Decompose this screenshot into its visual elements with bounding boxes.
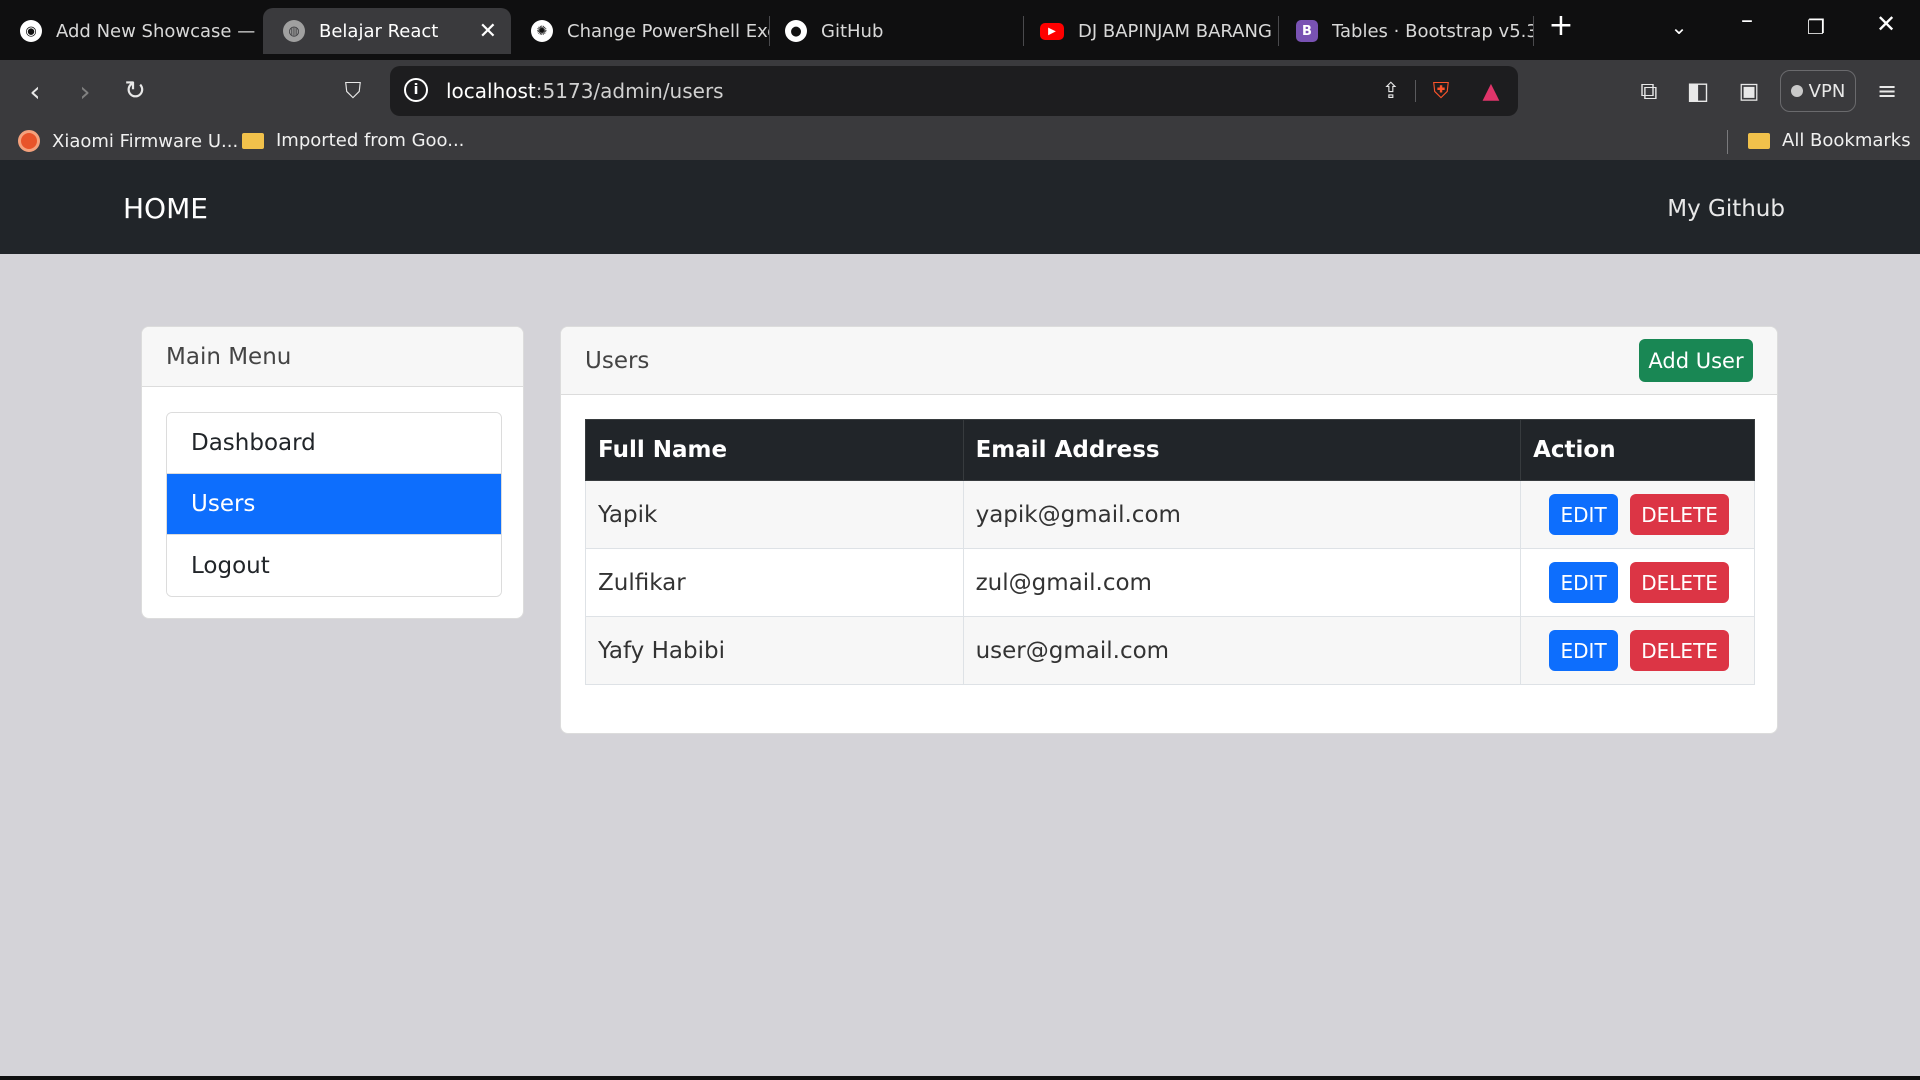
cell-full-name: Zulfikar: [585, 548, 964, 617]
table-row: Yafy Habibi user@gmail.com EDIT DELETE: [585, 616, 1755, 685]
github-desktop-icon: ◉: [20, 20, 42, 42]
tab-belajar-react[interactable]: ◍ Belajar React ✕: [263, 8, 511, 54]
vpn-button[interactable]: VPN: [1780, 70, 1856, 112]
tab-strip: ◉ Add New Showcase — ◍ Belajar React ✕ ✺…: [0, 0, 1920, 60]
tab-label: GitHub: [821, 20, 884, 42]
sidebar-icon[interactable]: ◧: [1681, 74, 1715, 108]
column-header-email: Email Address: [962, 419, 1522, 481]
extensions-icon[interactable]: ⧉: [1632, 74, 1666, 108]
column-header-action: Action: [1520, 419, 1755, 481]
site-info-icon[interactable]: i: [404, 78, 428, 102]
reload-icon[interactable]: ↻: [118, 74, 152, 108]
bookmark-icon[interactable]: ⛉: [336, 74, 370, 108]
omnibox-divider: [1415, 80, 1416, 102]
tab-dj-bapinjam[interactable]: ▶ DJ BAPINJAM BARANG: [1020, 8, 1278, 54]
tab-label: Add New Showcase —: [56, 20, 256, 42]
tab-label: Belajar React: [319, 20, 439, 42]
xiaomi-icon: [18, 130, 40, 152]
folder-icon: [242, 132, 264, 149]
main-menu-title: Main Menu: [142, 327, 523, 387]
users-card: Users Add User Full Name Email Address A…: [560, 326, 1778, 734]
bookmark-imported-folder[interactable]: Imported from Goo...: [242, 130, 464, 151]
menu-item-users[interactable]: Users: [167, 474, 501, 535]
bookmarks-bar: Xiaomi Firmware U... Imported from Goo..…: [0, 122, 1920, 160]
all-bookmarks-label: All Bookmarks: [1782, 130, 1911, 151]
vpn-label: VPN: [1808, 80, 1846, 102]
navbar-brand[interactable]: HOME: [123, 192, 208, 225]
table-row: Zulfikar zul@gmail.com EDIT DELETE: [585, 548, 1755, 617]
edit-button[interactable]: EDIT: [1549, 494, 1619, 535]
wallet-icon[interactable]: ▣: [1732, 74, 1766, 108]
minimize-icon[interactable]: –: [1727, 6, 1767, 34]
new-tab-button[interactable]: +: [1541, 8, 1581, 43]
column-header-full-name: Full Name: [585, 419, 964, 481]
edit-button[interactable]: EDIT: [1549, 630, 1619, 671]
url-path: :5173/admin/users: [535, 79, 724, 103]
cell-action: EDIT DELETE: [1520, 616, 1755, 685]
cell-email: zul@gmail.com: [962, 548, 1522, 617]
cell-full-name: Yafy Habibi: [585, 616, 964, 685]
edit-button[interactable]: EDIT: [1549, 562, 1619, 603]
browser-toolbar: ‹ › ↻ ⛉ i localhost:5173/admin/users ⇪ ⛨…: [0, 60, 1920, 122]
users-table: Full Name Email Address Action Yapik yap…: [585, 419, 1755, 685]
address-bar[interactable]: i localhost:5173/admin/users ⇪ ⛨ ▲: [390, 66, 1518, 116]
menu-item-logout[interactable]: Logout: [167, 535, 501, 596]
tab-tables-bootstrap[interactable]: B Tables · Bootstrap v5.3: [1276, 8, 1534, 54]
youtube-icon: ▶: [1040, 22, 1064, 40]
bookmarks-divider: [1727, 130, 1728, 154]
cell-email: yapik@gmail.com: [962, 480, 1522, 549]
users-title: Users: [585, 347, 650, 374]
tab-add-new-showcase[interactable]: ◉ Add New Showcase —: [0, 8, 258, 54]
cell-action: EDIT DELETE: [1520, 480, 1755, 549]
tab-label: Tables · Bootstrap v5.3: [1332, 20, 1534, 42]
tab-search-chevron-icon[interactable]: ⌄: [1659, 15, 1699, 39]
tab-label: Change PowerShell Exe: [567, 20, 769, 42]
tab-github[interactable]: ● GitHub: [765, 8, 1023, 54]
back-icon[interactable]: ‹: [18, 74, 52, 108]
menu-icon[interactable]: ≡: [1870, 74, 1904, 108]
globe-icon: ◍: [283, 20, 305, 42]
cell-full-name: Yapik: [585, 480, 964, 549]
chatgpt-icon: ✺: [531, 20, 553, 42]
delete-button[interactable]: DELETE: [1630, 494, 1730, 535]
github-icon: ●: [785, 20, 807, 42]
tab-divider: [1533, 16, 1534, 46]
menu-item-dashboard[interactable]: Dashboard: [167, 413, 501, 474]
add-user-button[interactable]: Add User: [1639, 339, 1753, 382]
my-github-link[interactable]: My Github: [1667, 196, 1785, 222]
bottom-edge: [0, 1076, 1920, 1080]
restore-icon[interactable]: ❐: [1796, 15, 1836, 39]
table-row: Yapik yapik@gmail.com EDIT DELETE: [585, 480, 1755, 549]
table-header-row: Full Name Email Address Action: [585, 419, 1755, 481]
address-url[interactable]: localhost:5173/admin/users: [446, 79, 724, 103]
delete-button[interactable]: DELETE: [1630, 562, 1730, 603]
users-card-header: Users Add User: [561, 327, 1777, 395]
bookmark-xiaomi[interactable]: Xiaomi Firmware U...: [18, 130, 238, 152]
tab-label: DJ BAPINJAM BARANG: [1078, 20, 1272, 42]
app-navbar: HOME My Github: [0, 160, 1920, 254]
vpn-status-icon: [1790, 85, 1803, 97]
brave-rewards-icon[interactable]: ▲: [1474, 74, 1508, 108]
url-host: localhost: [446, 79, 536, 103]
share-icon[interactable]: ⇪: [1374, 74, 1408, 108]
delete-button[interactable]: DELETE: [1630, 630, 1730, 671]
main-menu-card: Main Menu Dashboard Users Logout: [141, 326, 524, 619]
main-menu-list: Dashboard Users Logout: [166, 412, 502, 597]
bookmark-label: Imported from Goo...: [276, 130, 465, 151]
cell-action: EDIT DELETE: [1520, 548, 1755, 617]
bootstrap-icon: B: [1296, 20, 1318, 42]
tab-change-powershell[interactable]: ✺ Change PowerShell Exe: [511, 8, 769, 54]
all-bookmarks[interactable]: All Bookmarks: [1748, 130, 1911, 151]
folder-icon: [1748, 132, 1770, 149]
forward-icon[interactable]: ›: [68, 74, 102, 108]
bookmark-label: Xiaomi Firmware U...: [52, 130, 239, 152]
cell-email: user@gmail.com: [962, 616, 1522, 685]
close-window-icon[interactable]: ✕: [1866, 10, 1906, 38]
close-tab-icon[interactable]: ✕: [479, 19, 497, 44]
brave-shields-icon[interactable]: ⛨: [1424, 74, 1458, 108]
